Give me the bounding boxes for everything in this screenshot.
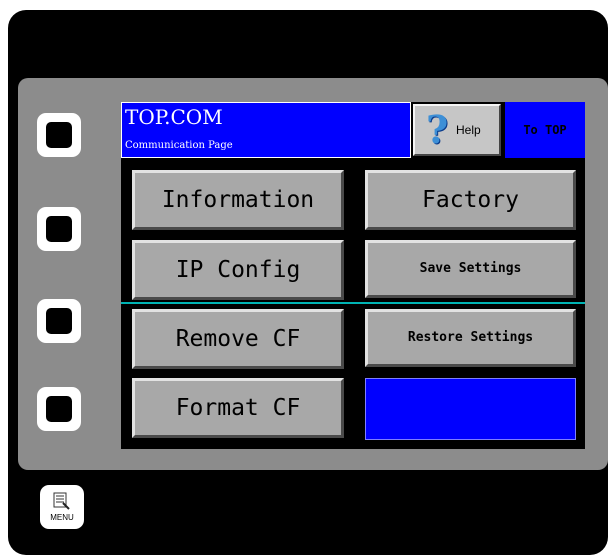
side-key-1[interactable] [37,113,81,157]
page-subtitle: Communication Page [125,140,233,151]
menu-button[interactable]: MENU [40,485,84,529]
format-cf-button[interactable]: Format CF [132,378,344,438]
to-top-button[interactable]: To TOP [505,102,585,158]
page-header: TOP.COM Communication Page [121,102,411,158]
question-mark-icon: ? [426,107,449,152]
remove-cf-button[interactable]: Remove CF [132,309,344,369]
side-key-2[interactable] [37,207,81,251]
section-divider [121,302,585,304]
side-key-3[interactable] [37,299,81,343]
factory-button[interactable]: Factory [365,170,576,230]
side-key-1-face [46,122,72,148]
side-key-3-face [46,308,72,334]
menu-button-label: MENU [50,513,74,522]
help-button[interactable]: ? Help [413,104,501,156]
side-key-2-face [46,216,72,242]
save-settings-button[interactable]: Save Settings [365,240,576,298]
information-button[interactable]: Information [132,170,344,230]
side-key-4-face [46,396,72,422]
help-button-label: Help [456,123,481,137]
page-title: TOP.COM [125,105,223,129]
menu-list-icon [53,492,70,510]
ip-config-button[interactable]: IP Config [132,240,344,300]
restore-settings-button[interactable]: Restore Settings [365,309,576,367]
side-key-4[interactable] [37,387,81,431]
blank-blue-panel [365,378,576,440]
